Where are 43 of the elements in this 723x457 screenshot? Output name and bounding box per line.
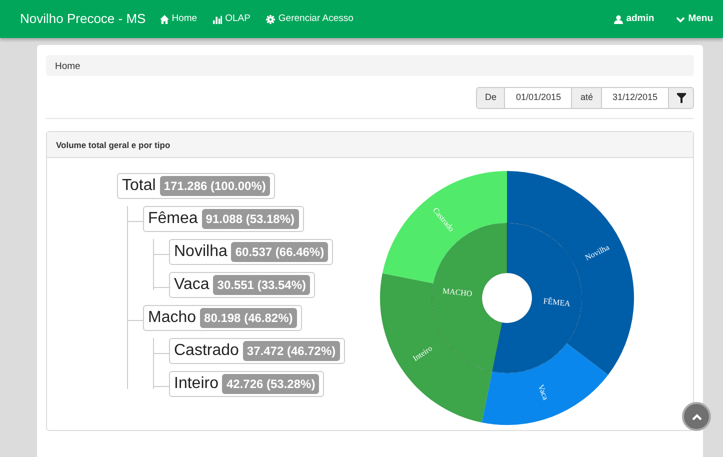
node-label: Inteiro bbox=[174, 374, 218, 394]
filter-button[interactable] bbox=[668, 87, 694, 109]
panel-header: Volume total geral e por tipo bbox=[47, 132, 693, 158]
chevron-up-icon bbox=[692, 412, 702, 420]
bar-chart-icon bbox=[213, 14, 222, 24]
node-label: Castrado bbox=[174, 341, 239, 361]
count-badge: 37.472 (46.72%) bbox=[242, 341, 340, 361]
chart-segment[interactable] bbox=[507, 171, 634, 375]
nav-link[interactable]: Home bbox=[160, 12, 198, 26]
count-badge: 42.726 (53.28%) bbox=[222, 374, 320, 394]
node-label: Macho bbox=[148, 308, 196, 328]
chart-segment[interactable] bbox=[482, 343, 608, 425]
chevron-down-icon bbox=[676, 14, 686, 24]
settings-icon bbox=[266, 14, 276, 24]
node-label: Vaca bbox=[174, 275, 210, 295]
node-label: Fêmea bbox=[148, 209, 198, 229]
nav-link[interactable]: admin bbox=[614, 12, 654, 26]
date-field[interactable]: 01/01/2015 bbox=[505, 87, 572, 109]
nav-link[interactable]: OLAP bbox=[213, 12, 250, 26]
breadcrumb-item[interactable]: Home bbox=[55, 61, 80, 72]
node-label: Total bbox=[122, 176, 156, 196]
scroll-top-button[interactable] bbox=[682, 402, 711, 431]
count-badge: 80.198 (46.82%) bbox=[200, 308, 297, 328]
nav-link[interactable]: Gerenciar Acesso bbox=[266, 12, 354, 26]
segment-label: MACHO bbox=[442, 286, 473, 298]
date-field[interactable]: 31/12/2015 bbox=[602, 87, 668, 109]
segment-label: Vaca bbox=[536, 383, 550, 402]
count-badge: 171.286 (100.00%) bbox=[160, 176, 270, 196]
home-icon bbox=[160, 14, 169, 24]
nav-link[interactable]: Menu bbox=[676, 12, 713, 26]
chart-segment[interactable] bbox=[380, 273, 492, 422]
brand-title: Novilho Precoce - MS bbox=[20, 10, 146, 28]
count-badge: 91.088 (53.18%) bbox=[202, 209, 299, 229]
segment-label: FÊMEA bbox=[542, 296, 571, 308]
node-label: Novilha bbox=[174, 242, 228, 262]
input-addon: até bbox=[571, 87, 602, 109]
count-badge: 30.551 (33.54%) bbox=[213, 275, 310, 295]
user-icon bbox=[614, 14, 624, 24]
input-addon: De bbox=[476, 87, 506, 109]
count-badge: 60.537 (66.46%) bbox=[231, 242, 328, 262]
chart-segment[interactable] bbox=[382, 171, 507, 284]
chart-segment[interactable] bbox=[492, 222, 582, 374]
filter-icon bbox=[676, 93, 686, 103]
